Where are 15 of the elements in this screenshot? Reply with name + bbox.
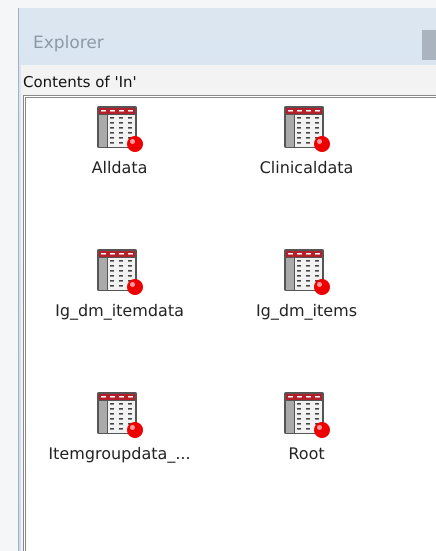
item-label[interactable]: Ig_dm_itemdata: [55, 301, 184, 320]
table-icon: [94, 247, 144, 297]
item-label[interactable]: Root: [288, 444, 325, 463]
window-title: Explorer: [33, 32, 104, 52]
table-icon: [282, 247, 332, 297]
item-label[interactable]: Clinicaldata: [260, 158, 354, 177]
item-label[interactable]: Ig_dm_items: [256, 301, 358, 320]
table-icon: [282, 104, 332, 154]
item-label[interactable]: Alldata: [92, 158, 148, 177]
table-icon: [94, 390, 144, 440]
item-label[interactable]: Itemgroupdata_...: [48, 444, 191, 463]
table-icon: [282, 390, 332, 440]
close-button[interactable]: [422, 30, 436, 60]
panel-heading: Contents of 'In': [22, 72, 138, 93]
table-icon: [94, 104, 144, 154]
